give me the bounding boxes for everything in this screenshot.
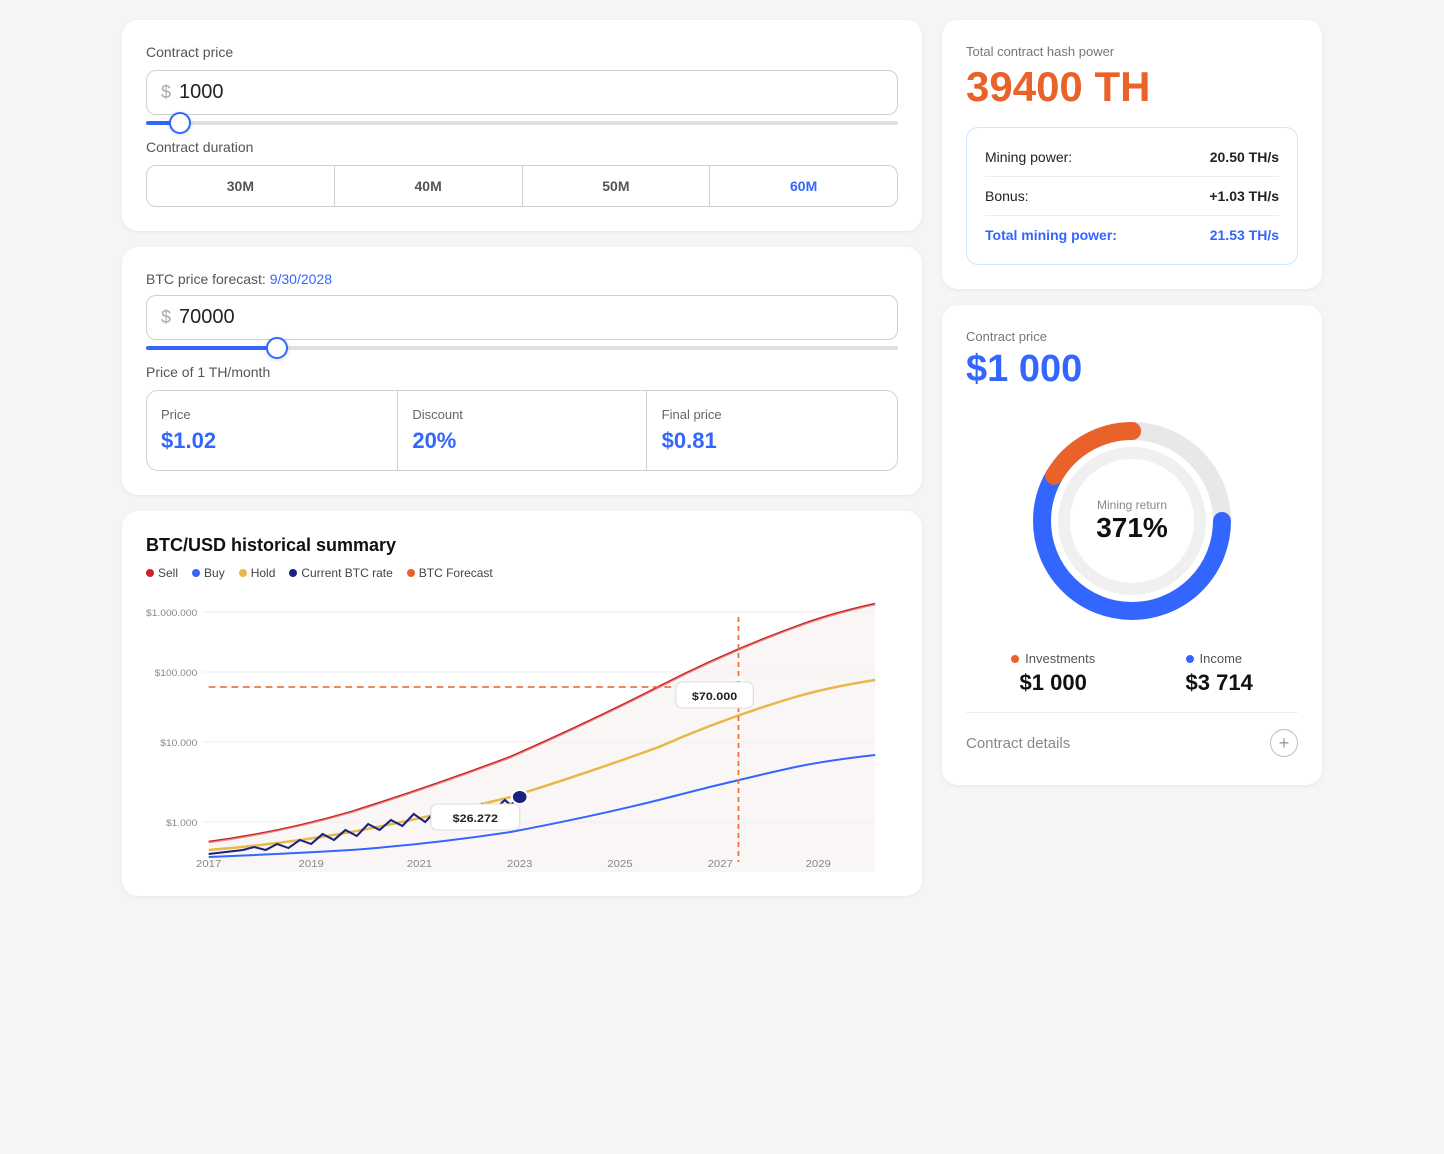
final-price-label: Final price (662, 407, 883, 422)
contract-details-expand-button[interactable]: + (1270, 729, 1298, 757)
legend-buy: Buy (192, 566, 225, 580)
total-mining-label: Total mining power: (985, 227, 1117, 243)
svg-text:$100.000: $100.000 (155, 669, 198, 679)
contract-price-card-label: Contract price (966, 329, 1298, 344)
income-label: Income (1200, 651, 1243, 666)
investments-dot-row: Investments (1011, 651, 1095, 666)
contract-price-input-box: $ 1000 (146, 70, 898, 115)
bonus-label: Bonus: (985, 188, 1029, 204)
contract-price-display: 1000 (179, 81, 224, 104)
price-label: Price (161, 407, 382, 422)
chart-area: $1.000.000 $100.000 $10.000 $1.000 (146, 592, 898, 872)
btc-price-slider-thumb[interactable] (266, 337, 288, 359)
dollar-sign: $ (161, 82, 171, 103)
investments-item: Investments $1 000 (1011, 651, 1095, 696)
donut-label: Mining return (1096, 498, 1168, 512)
total-mining-value: 21.53 TH/s (1210, 227, 1279, 243)
contract-price-card: Contract price $1 000 Mining return 371% (942, 305, 1322, 785)
bonus-value: +1.03 TH/s (1209, 188, 1279, 204)
left-panel: Contract price $ 1000 Contract duration … (122, 20, 922, 896)
contract-details-row: Contract details + (966, 712, 1298, 761)
btc-price-input-box: $ 70000 (146, 295, 898, 340)
mining-power-label: Mining power: (985, 149, 1072, 165)
tab-50m[interactable]: 50M (523, 166, 711, 206)
income-dot-row: Income (1186, 651, 1253, 666)
investments-label: Investments (1025, 651, 1095, 666)
svg-text:2021: 2021 (407, 859, 432, 870)
final-price-value: $0.81 (662, 428, 883, 454)
tab-60m[interactable]: 60M (710, 166, 897, 206)
investments-dot (1011, 655, 1019, 663)
discount-value: 20% (412, 428, 631, 454)
contract-price-label: Contract price (146, 44, 898, 60)
investments-value: $1 000 (1011, 670, 1095, 696)
svg-text:2023: 2023 (507, 859, 532, 870)
contract-price-section: Contract price $ 1000 Contract duration … (122, 20, 922, 231)
hash-power-card: Total contract hash power 39400 TH Minin… (942, 20, 1322, 289)
btc-forecast-label: BTC price forecast: 9/30/2028 (146, 271, 898, 287)
svg-text:$10.000: $10.000 (160, 739, 197, 749)
tab-30m[interactable]: 30M (147, 166, 335, 206)
duration-tabs: 30M 40M 50M 60M (146, 165, 898, 207)
btc-forecast-dot (407, 569, 415, 577)
legend-sell: Sell (146, 566, 178, 580)
dollar-sign-btc: $ (161, 307, 171, 328)
svg-text:2025: 2025 (607, 859, 632, 870)
legend-current-btc: Current BTC rate (289, 566, 392, 580)
contract-price-card-value: $1 000 (966, 348, 1298, 391)
discount-label: Discount (412, 407, 631, 422)
svg-text:$26.272: $26.272 (453, 813, 499, 825)
total-mining-row: Total mining power: 21.53 TH/s (985, 222, 1279, 248)
hash-value: 39400 TH (966, 63, 1298, 111)
donut-value: 371% (1096, 512, 1168, 544)
svg-text:2017: 2017 (196, 859, 221, 870)
hash-label: Total contract hash power (966, 44, 1298, 59)
income-dot (1186, 655, 1194, 663)
contract-price-slider-thumb[interactable] (169, 112, 191, 134)
btc-forecast-section: BTC price forecast: 9/30/2028 $ 70000 Pr… (122, 247, 922, 495)
chart-title: BTC/USD historical summary (146, 535, 898, 556)
bonus-row: Bonus: +1.03 TH/s (985, 183, 1279, 209)
chart-section: BTC/USD historical summary Sell Buy Hold… (122, 511, 922, 896)
plus-icon: + (1279, 733, 1290, 754)
svg-text:$1.000.000: $1.000.000 (146, 609, 197, 619)
current-btc-dot (289, 569, 297, 577)
hash-details-box: Mining power: 20.50 TH/s Bonus: +1.03 TH… (966, 127, 1298, 265)
discount-cell: Discount 20% (397, 391, 646, 470)
svg-text:$70.000: $70.000 (692, 691, 738, 703)
contract-details-text: Contract details (966, 735, 1070, 752)
svg-text:$1.000: $1.000 (166, 819, 197, 829)
chart-legend: Sell Buy Hold Current BTC rate BTC Forec… (146, 566, 898, 580)
svg-text:2019: 2019 (299, 859, 324, 870)
btc-forecast-date[interactable]: 9/30/2028 (270, 271, 332, 287)
invest-row: Investments $1 000 Income $3 714 (966, 651, 1298, 696)
hold-dot (239, 569, 247, 577)
duration-label: Contract duration (146, 139, 898, 155)
legend-btc-forecast: BTC Forecast (407, 566, 493, 580)
main-container: Contract price $ 1000 Contract duration … (122, 20, 1322, 896)
chart-svg: $1.000.000 $100.000 $10.000 $1.000 (146, 592, 898, 872)
donut-center: Mining return 371% (1096, 498, 1168, 544)
donut-area: Mining return 371% (966, 411, 1298, 631)
svg-text:2027: 2027 (708, 859, 733, 870)
contract-price-slider-track (146, 121, 898, 125)
mining-power-value: 20.50 TH/s (1210, 149, 1279, 165)
income-value: $3 714 (1186, 670, 1253, 696)
price-value: $1.02 (161, 428, 382, 454)
svg-text:2029: 2029 (806, 859, 831, 870)
sell-dot (146, 569, 154, 577)
final-price-cell: Final price $0.81 (648, 391, 897, 470)
right-panel: Total contract hash power 39400 TH Minin… (942, 20, 1322, 896)
btc-price-display: 70000 (179, 306, 235, 329)
price-cell: Price $1.02 (147, 391, 396, 470)
legend-hold: Hold (239, 566, 276, 580)
tab-40m[interactable]: 40M (335, 166, 523, 206)
btc-price-slider-track (146, 346, 898, 350)
buy-dot (192, 569, 200, 577)
th-price-label: Price of 1 TH/month (146, 364, 898, 380)
mining-power-row: Mining power: 20.50 TH/s (985, 144, 1279, 170)
income-item: Income $3 714 (1186, 651, 1253, 696)
price-grid: Price $1.02 Discount 20% Final price $0.… (146, 390, 898, 471)
